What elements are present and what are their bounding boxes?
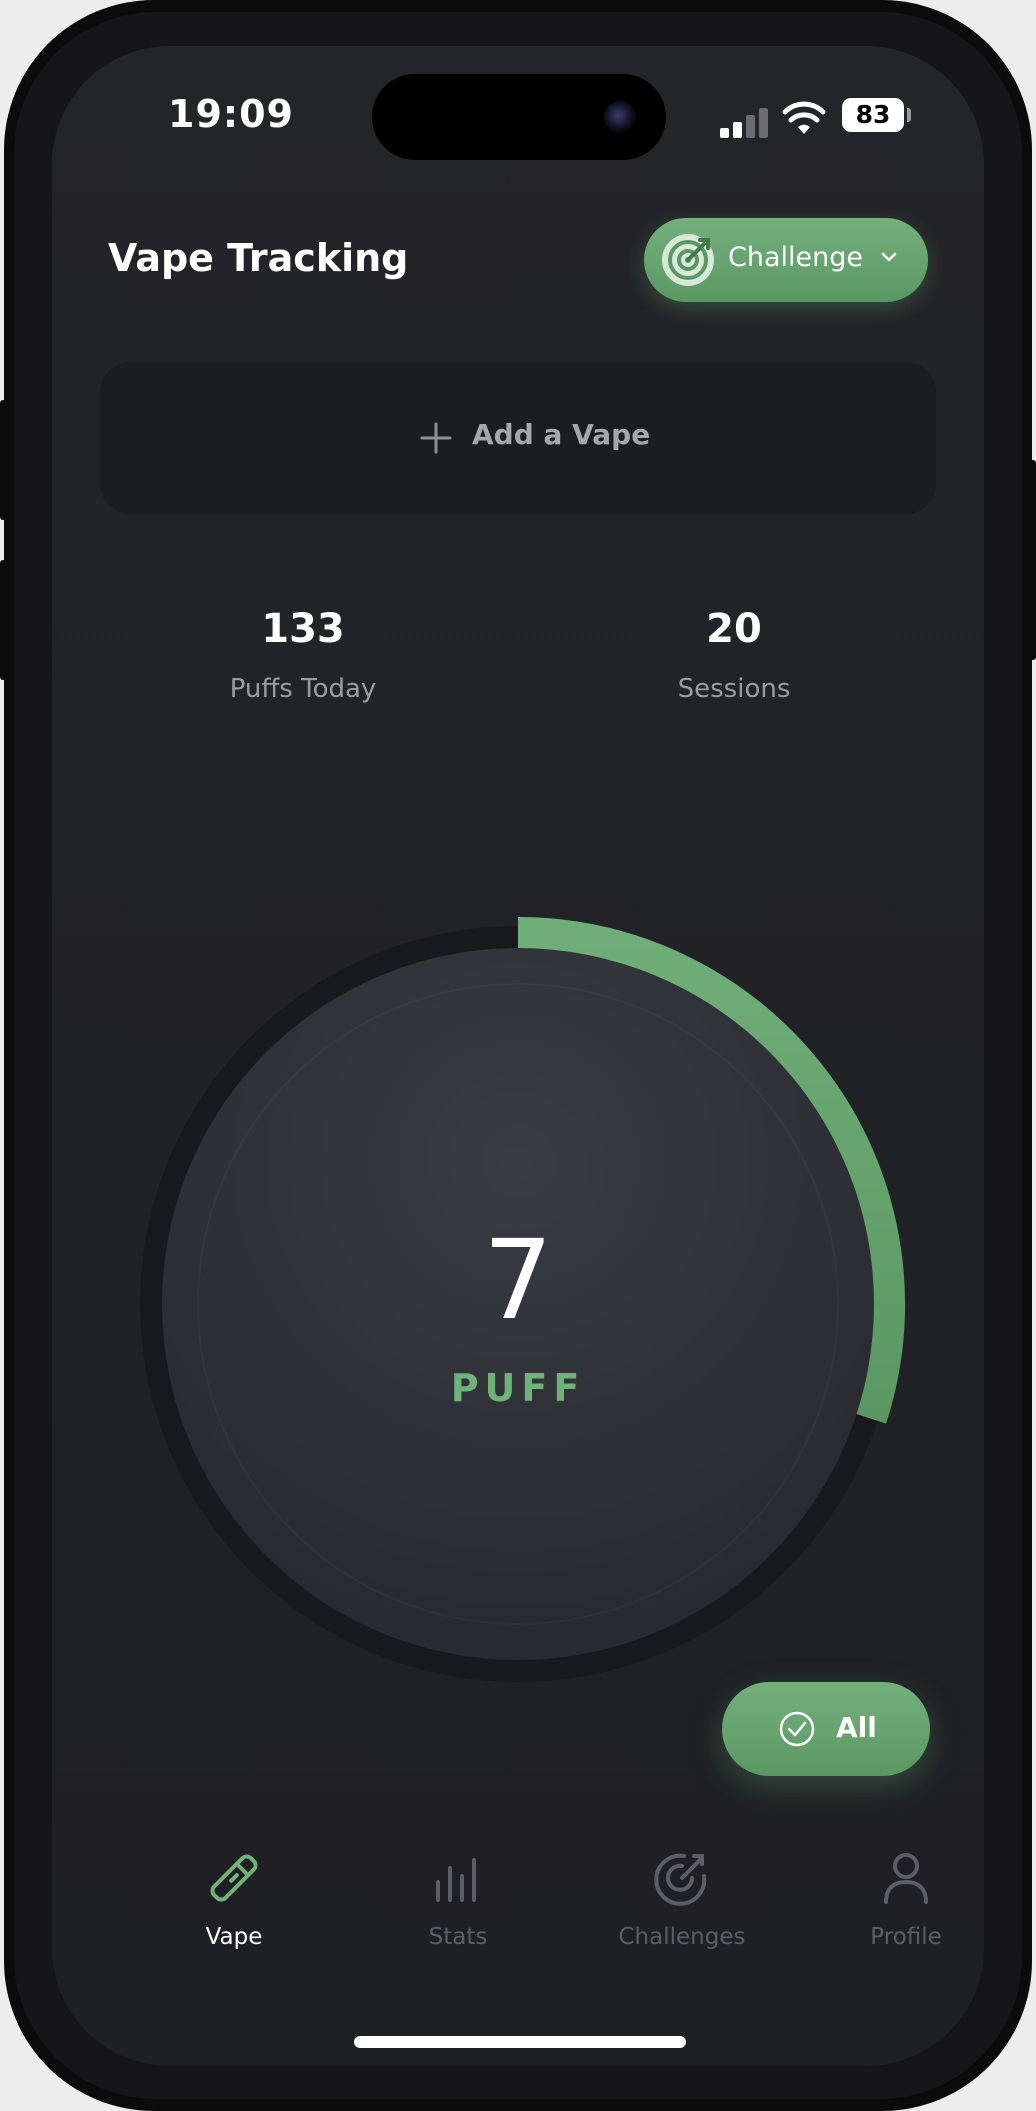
stat-puffs-today: 133 Puffs Today: [153, 606, 453, 704]
cellular-signal-icon: [720, 108, 770, 138]
stat-value: 20: [706, 606, 762, 652]
tab-label: Stats: [428, 1924, 488, 1950]
all-filter-button[interactable]: All: [722, 1682, 930, 1776]
target-icon: [654, 1853, 707, 1906]
dynamic-island: [372, 74, 666, 160]
wifi-icon: [782, 101, 826, 134]
target-icon: [662, 234, 714, 286]
tab-bar: Vape Stats Challenges Profile: [52, 1846, 984, 2006]
check-circle-icon: [779, 1711, 815, 1747]
tab-profile[interactable]: Profile: [806, 1846, 984, 1950]
stat-label: Puffs Today: [229, 674, 377, 704]
profile-icon: [884, 1853, 928, 1904]
tab-label: Vape: [205, 1924, 263, 1950]
challenge-dropdown-button[interactable]: Challenge: [644, 218, 928, 302]
puff-count[interactable]: 7: [52, 1216, 984, 1344]
tab-label: Profile: [870, 1924, 942, 1950]
page-title: Vape Tracking: [108, 236, 409, 280]
camera-icon: [604, 101, 636, 133]
add-vape-label: Add a Vape: [472, 418, 651, 451]
stat-label: Sessions: [677, 674, 791, 704]
tab-challenges[interactable]: Challenges: [582, 1846, 782, 1950]
stats-icon: [436, 1858, 476, 1902]
side-button: [0, 560, 8, 680]
chevron-down-icon: [881, 252, 897, 262]
tab-vape[interactable]: Vape: [134, 1846, 334, 1950]
puff-label[interactable]: PUFF: [52, 1366, 984, 1410]
battery-tip: [907, 108, 911, 122]
challenge-button-label: Challenge: [728, 242, 863, 273]
status-time: 19:09: [168, 92, 294, 136]
plus-icon: [420, 422, 452, 454]
app-screen: 19:09 83 Vape Tracking Challenge Add a V…: [52, 46, 984, 2066]
tab-label: Challenges: [618, 1924, 746, 1950]
side-button: [1028, 460, 1036, 660]
home-indicator[interactable]: [354, 2036, 686, 2048]
side-button: [0, 400, 8, 520]
add-vape-button[interactable]: Add a Vape: [100, 362, 936, 514]
stat-sessions: 20 Sessions: [584, 606, 884, 704]
tab-stats[interactable]: Stats: [358, 1846, 558, 1950]
vape-pen-icon: [210, 1854, 258, 1902]
battery-indicator: 83: [842, 98, 904, 132]
all-button-label: All: [836, 1711, 877, 1744]
stat-value: 133: [261, 606, 345, 652]
